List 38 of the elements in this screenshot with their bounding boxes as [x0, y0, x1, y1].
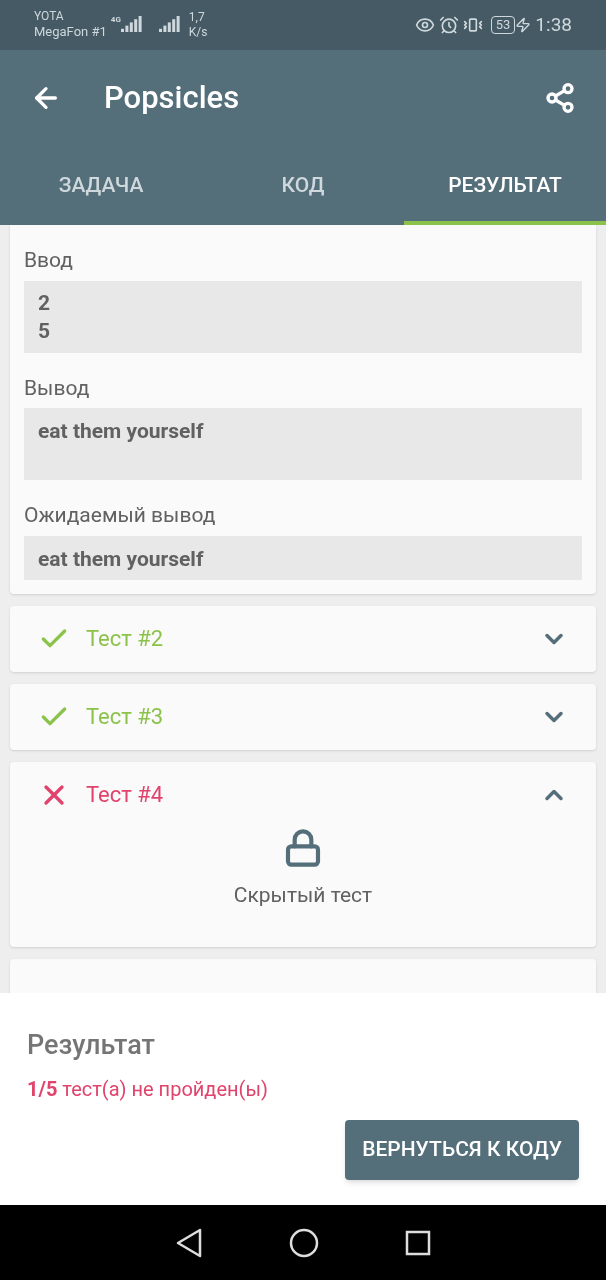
test-header[interactable]: Тест #4 — [10, 761, 596, 828]
field-label: Ввод — [24, 247, 74, 274]
field-label: Вывод — [24, 374, 91, 402]
lock-icon — [283, 827, 323, 868]
back-nav-icon[interactable] — [175, 1227, 203, 1258]
hidden-test-label: Скрытый тест — [233, 881, 373, 909]
signal-icon — [120, 16, 143, 34]
result-summary: 1/5 тест(а) не пройден(ы) — [27, 1075, 269, 1103]
tab[interactable]: КОД — [202, 146, 404, 225]
test-title: Тест #3 — [86, 703, 164, 731]
carrier-name: MegaFon #1 — [34, 24, 107, 41]
input-line: 5 — [38, 317, 52, 345]
charging-icon — [515, 17, 532, 33]
screen-title: Popsicles — [104, 77, 240, 118]
share-button[interactable] — [544, 82, 576, 114]
speed-unit: K/s — [188, 25, 208, 40]
result-title: Результат — [27, 1028, 156, 1063]
speed-value: 1,7 — [188, 10, 206, 25]
home-nav-icon[interactable] — [289, 1227, 319, 1258]
tab[interactable]: ЗАДАЧА — [0, 146, 202, 225]
battery-indicator: 53 — [490, 16, 516, 34]
network-type: 4G — [110, 14, 121, 26]
eye-icon — [414, 15, 435, 35]
test-title: Тест #4 — [86, 781, 164, 809]
field-label: Ожидаемый вывод — [24, 502, 217, 529]
test-title: Тест #2 — [86, 625, 164, 653]
back-to-code-button[interactable]: ВЕРНУТЬСЯ К КОДУ — [345, 1119, 579, 1180]
clock: 1:38 — [535, 11, 572, 38]
test-header[interactable]: Тест #2 — [10, 605, 596, 672]
input-line: 2 — [38, 289, 52, 317]
alarm-icon — [438, 15, 459, 35]
signal-icon — [158, 16, 181, 34]
expected-block: eat them yourself — [24, 535, 582, 580]
vibrate-icon — [462, 15, 483, 35]
carrier-name: YOTA — [34, 9, 65, 25]
recents-nav-icon[interactable] — [405, 1229, 431, 1256]
test-header[interactable]: Тест #3 — [10, 683, 596, 750]
output-block: eat them yourself — [24, 408, 582, 480]
